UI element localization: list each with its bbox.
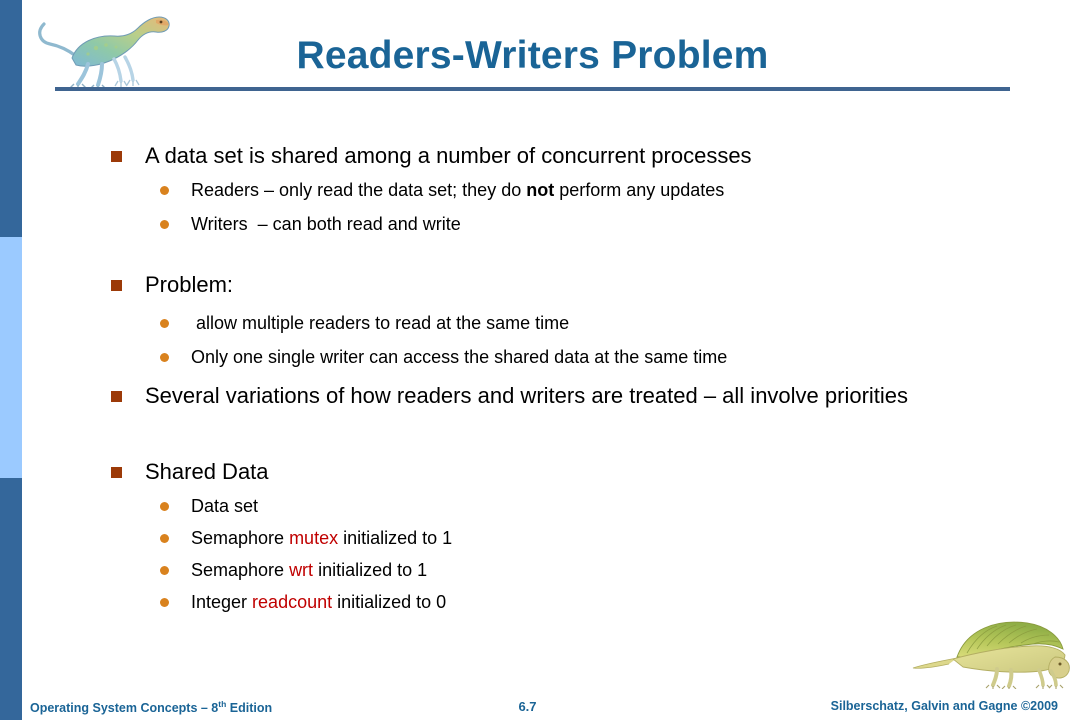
title-divider — [55, 87, 1010, 91]
subbullet-text: allow multiple readers to read at the sa… — [191, 313, 570, 333]
bullet-dot-icon — [160, 319, 169, 328]
subbullet-text: Semaphore mutex initialized to 1 — [191, 526, 452, 550]
subbullet-text: Readers – only read the data set; they d… — [191, 178, 724, 202]
subbullet-text-pre: Readers – only read the data set; they d… — [191, 180, 527, 200]
subbullet-data-set: Data set — [160, 494, 258, 518]
footer-copyright: Silberschatz, Galvin and Gagne ©2009 — [830, 699, 1058, 713]
subbullet-single-writer: Only one single writer can access the sh… — [160, 345, 727, 369]
sidebar-band-top — [0, 0, 22, 237]
sidebar-band-middle — [0, 237, 22, 478]
subbullet-allow-multiple-readers: allow multiple readers to read at the sa… — [160, 311, 569, 335]
bullet-problem: Problem: — [111, 271, 233, 299]
bullet-square-icon — [111, 467, 122, 478]
slide-title: Readers-Writers Problem — [296, 34, 769, 77]
bullet-dot-icon — [160, 566, 169, 575]
subbullet-writers: Writers – can both read and write — [160, 212, 461, 236]
bullet-text: A data set is shared among a number of c… — [145, 143, 752, 168]
subbullet-text: Only one single writer can access the sh… — [191, 347, 728, 367]
subbullet-semaphore-wrt: Semaphore wrt initialized to 1 — [160, 558, 427, 582]
bullet-several-variations: Several variations of how readers and wr… — [111, 382, 908, 410]
subbullet-text: Integer readcount initialized to 0 — [191, 590, 446, 614]
bullet-text: Shared Data — [145, 459, 269, 484]
bullet-shared-data: Shared Data — [111, 458, 269, 486]
subbullet-readers: Readers – only read the data set; they d… — [160, 178, 724, 202]
bullet-square-icon — [111, 391, 122, 402]
dimetrodon-icon — [912, 621, 1070, 689]
subbullet-text: Semaphore wrt initialized to 1 — [191, 558, 427, 582]
code-term-mutex: mutex — [289, 528, 339, 548]
code-term-wrt: wrt — [289, 560, 314, 580]
code-term-readcount: readcount — [252, 592, 333, 612]
subbullet-text-pre: Semaphore — [191, 528, 290, 548]
bullet-data-set-shared: A data set is shared among a number of c… — [111, 142, 752, 170]
bullet-dot-icon — [160, 220, 169, 229]
footer-edition-post: Edition — [226, 701, 273, 716]
bullet-dot-icon — [160, 598, 169, 607]
slide-canvas: Readers-Writers Problem A data set is sh… — [0, 0, 1080, 720]
bullet-dot-icon — [160, 534, 169, 543]
subbullet-text-post: perform any updates — [554, 180, 725, 200]
subbullet-text: Writers – can both read and write — [191, 214, 461, 234]
subbullet-text: Data set — [191, 496, 259, 516]
bullet-dot-icon — [160, 353, 169, 362]
subbullet-text-post: initialized to 0 — [332, 592, 447, 612]
bullet-dot-icon — [160, 502, 169, 511]
subbullet-text-post: initialized to 1 — [313, 560, 428, 580]
slide-number: 6.7 — [518, 699, 537, 714]
subbullet-text-emphasis: not — [526, 180, 555, 200]
bullet-square-icon — [111, 280, 122, 291]
subbullet-text-post: initialized to 1 — [338, 528, 453, 548]
subbullet-semaphore-mutex: Semaphore mutex initialized to 1 — [160, 526, 452, 550]
subbullet-text-pre: Integer — [191, 592, 253, 612]
bullet-dot-icon — [160, 186, 169, 195]
bullet-square-icon — [111, 151, 122, 162]
footer-edition-pre: Operating System Concepts – 8 — [30, 701, 219, 716]
sidebar-band-bottom — [0, 478, 22, 720]
bullet-text: Problem: — [145, 272, 234, 297]
footer-edition: Operating System Concepts – 8th Edition — [30, 699, 272, 715]
subbullet-text-pre: Semaphore — [191, 560, 290, 580]
bullet-text: Several variations of how readers and wr… — [145, 383, 909, 408]
subbullet-integer-readcount: Integer readcount initialized to 0 — [160, 590, 446, 614]
